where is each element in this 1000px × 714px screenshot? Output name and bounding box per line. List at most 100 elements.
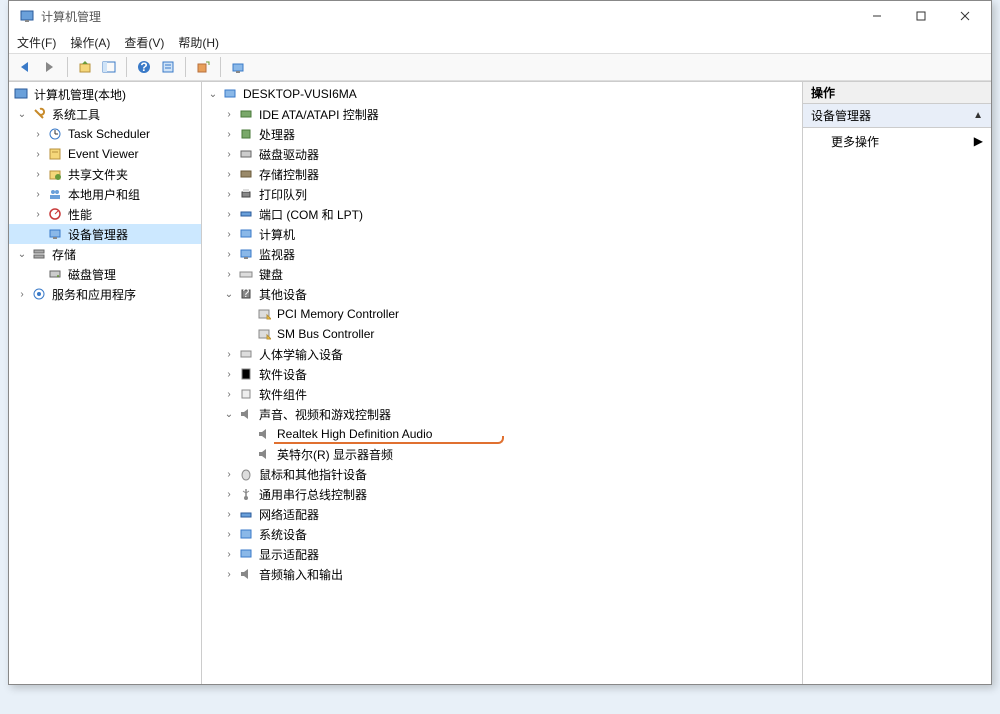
dev-sw-components[interactable]: ›软件组件: [202, 384, 802, 404]
chevron-down-icon[interactable]: ⌄: [15, 249, 29, 260]
collapse-icon[interactable]: ▲: [973, 110, 983, 121]
chevron-right-icon[interactable]: ›: [31, 169, 45, 180]
computer-icon: [222, 86, 238, 102]
maximize-button[interactable]: [899, 1, 943, 31]
chevron-right-icon[interactable]: ›: [222, 149, 236, 160]
chevron-right-icon[interactable]: ›: [222, 209, 236, 220]
menu-help[interactable]: 帮助(H): [178, 34, 219, 51]
tree-root[interactable]: 计算机管理(本地): [9, 84, 201, 104]
chevron-right-icon[interactable]: ›: [222, 189, 236, 200]
dev-monitors[interactable]: ›监视器: [202, 244, 802, 264]
chevron-right-icon[interactable]: ›: [222, 169, 236, 180]
tree-performance[interactable]: › 性能: [9, 204, 201, 224]
menu-file[interactable]: 文件(F): [17, 34, 56, 51]
system-icon: [238, 526, 254, 542]
forward-button[interactable]: [39, 56, 61, 78]
help-button[interactable]: ?: [133, 56, 155, 78]
dev-keyboards[interactable]: ›键盘: [202, 264, 802, 284]
dev-sound[interactable]: ⌄声音、视频和游戏控制器: [202, 404, 802, 424]
app-icon: [19, 8, 35, 24]
dev-ports[interactable]: ›端口 (COM 和 LPT): [202, 204, 802, 224]
devroot[interactable]: ⌄DESKTOP-VUSI6MA: [202, 84, 802, 104]
console-tree[interactable]: 计算机管理(本地) ⌄ 系统工具 › Task Scheduler › Even…: [9, 82, 202, 684]
chevron-down-icon[interactable]: ⌄: [222, 409, 236, 420]
dev-storage-ctrl[interactable]: ›存储控制器: [202, 164, 802, 184]
chevron-right-icon[interactable]: ›: [31, 149, 45, 160]
event-icon: [47, 146, 63, 162]
chevron-right-icon[interactable]: ›: [222, 469, 236, 480]
chevron-right-icon[interactable]: ›: [222, 249, 236, 260]
tree-device-manager[interactable]: 设备管理器: [9, 224, 201, 244]
other-icon: ?: [238, 286, 254, 302]
dev-display[interactable]: ›显示适配器: [202, 544, 802, 564]
tree-shared-folders[interactable]: › 共享文件夹: [9, 164, 201, 184]
chevron-right-icon[interactable]: ›: [222, 129, 236, 140]
chevron-right-icon[interactable]: ›: [222, 489, 236, 500]
tree-system-tools[interactable]: ⌄ 系统工具: [9, 104, 201, 124]
chevron-down-icon[interactable]: ⌄: [206, 89, 220, 100]
toolbar: ?: [9, 53, 991, 81]
dev-sm-bus[interactable]: SM Bus Controller: [202, 324, 802, 344]
tree-storage[interactable]: ⌄ 存储: [9, 244, 201, 264]
ide-icon: [238, 106, 254, 122]
dev-sys-devices[interactable]: ›系统设备: [202, 524, 802, 544]
dev-mice[interactable]: ›鼠标和其他指针设备: [202, 464, 802, 484]
chevron-right-icon[interactable]: ›: [222, 269, 236, 280]
svg-text:?: ?: [243, 287, 250, 300]
chevron-right-icon[interactable]: ›: [31, 189, 45, 200]
menu-view[interactable]: 查看(V): [124, 34, 164, 51]
unknown-device-icon: [256, 306, 272, 322]
dev-usb[interactable]: ›通用串行总线控制器: [202, 484, 802, 504]
minimize-button[interactable]: [855, 1, 899, 31]
tree-services-apps[interactable]: › 服务和应用程序: [9, 284, 201, 304]
sw-component-icon: [238, 386, 254, 402]
toolbar-separator: [185, 57, 186, 77]
chevron-down-icon[interactable]: ⌄: [15, 109, 29, 120]
tree-disk-mgmt[interactable]: 磁盘管理: [9, 264, 201, 284]
dev-disk-drives[interactable]: ›磁盘驱动器: [202, 144, 802, 164]
window-title: 计算机管理: [41, 8, 855, 25]
dev-intel-audio[interactable]: 英特尔(R) 显示器音频: [202, 444, 802, 464]
device-tree[interactable]: ⌄DESKTOP-VUSI6MA ›IDE ATA/ATAPI 控制器 ›处理器…: [202, 82, 803, 684]
chevron-right-icon[interactable]: ›: [222, 509, 236, 520]
chevron-right-icon: ▶: [974, 134, 983, 148]
pc-icon: [238, 226, 254, 242]
dev-computer[interactable]: ›计算机: [202, 224, 802, 244]
chevron-right-icon[interactable]: ›: [222, 569, 236, 580]
dev-cpu[interactable]: ›处理器: [202, 124, 802, 144]
refresh-button[interactable]: [192, 56, 214, 78]
tree-local-users[interactable]: › 本地用户和组: [9, 184, 201, 204]
dev-ide[interactable]: ›IDE ATA/ATAPI 控制器: [202, 104, 802, 124]
chevron-right-icon[interactable]: ›: [31, 209, 45, 220]
dev-hid[interactable]: ›人体学输入设备: [202, 344, 802, 364]
scan-hardware-button[interactable]: [227, 56, 249, 78]
up-button[interactable]: [74, 56, 96, 78]
chevron-down-icon[interactable]: ⌄: [222, 289, 236, 300]
properties-button[interactable]: [157, 56, 179, 78]
menu-action[interactable]: 操作(A): [70, 34, 110, 51]
dev-pci-mem[interactable]: PCI Memory Controller: [202, 304, 802, 324]
chevron-right-icon[interactable]: ›: [222, 229, 236, 240]
dev-print[interactable]: ›打印队列: [202, 184, 802, 204]
tree-event-viewer[interactable]: › Event Viewer: [9, 144, 201, 164]
show-hide-tree-button[interactable]: [98, 56, 120, 78]
back-button[interactable]: [15, 56, 37, 78]
tree-task-scheduler[interactable]: › Task Scheduler: [9, 124, 201, 144]
chevron-right-icon[interactable]: ›: [222, 389, 236, 400]
actions-section[interactable]: 设备管理器 ▲: [803, 104, 991, 128]
dev-audio-io[interactable]: ›音频输入和输出: [202, 564, 802, 584]
dev-net[interactable]: ›网络适配器: [202, 504, 802, 524]
actions-more[interactable]: 更多操作 ▶: [803, 128, 991, 154]
dev-sw-devices[interactable]: ›软件设备: [202, 364, 802, 384]
chevron-right-icon[interactable]: ›: [31, 129, 45, 140]
chevron-right-icon[interactable]: ›: [222, 369, 236, 380]
close-button[interactable]: [943, 1, 987, 31]
dev-realtek[interactable]: Realtek High Definition Audio: [202, 424, 802, 444]
dev-other[interactable]: ⌄?其他设备: [202, 284, 802, 304]
speaker-icon: [238, 406, 254, 422]
chevron-right-icon[interactable]: ›: [222, 529, 236, 540]
chevron-right-icon[interactable]: ›: [222, 549, 236, 560]
chevron-right-icon[interactable]: ›: [15, 289, 29, 300]
chevron-right-icon[interactable]: ›: [222, 349, 236, 360]
chevron-right-icon[interactable]: ›: [222, 109, 236, 120]
